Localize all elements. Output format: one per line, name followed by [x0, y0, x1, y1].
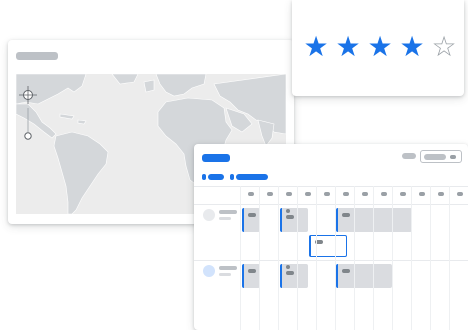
- event-block[interactable]: [242, 208, 260, 232]
- selected-event-block[interactable]: [309, 235, 347, 257]
- star-empty-icon[interactable]: ☆: [430, 32, 458, 62]
- schedule-title-placeholder: [202, 154, 230, 162]
- event-block[interactable]: [336, 208, 412, 232]
- header-divider: [194, 186, 468, 187]
- column-header-placeholder: [324, 192, 330, 196]
- event-block[interactable]: [242, 264, 260, 288]
- grid-column-line: [278, 186, 279, 330]
- star-filled-icon[interactable]: ★: [366, 32, 394, 62]
- grid-column-line: [373, 186, 374, 330]
- grid-column-line: [335, 186, 336, 330]
- view-dropdown-label-placeholder: [424, 153, 446, 160]
- schedule-card: [194, 144, 468, 330]
- filter-chip[interactable]: [236, 174, 268, 180]
- filter-chip-marker[interactable]: [202, 174, 206, 180]
- event-block[interactable]: [280, 264, 308, 288]
- grid-column-line: [297, 186, 298, 330]
- grid-column-line: [449, 186, 450, 330]
- view-dropdown[interactable]: [420, 150, 462, 163]
- star-filled-icon[interactable]: ★: [334, 32, 362, 62]
- avatar: [203, 265, 215, 277]
- column-header-placeholder: [419, 192, 425, 196]
- map-card-title-placeholder: [16, 52, 58, 60]
- grid-column-line: [411, 186, 412, 330]
- column-header-placeholder: [400, 192, 406, 196]
- row-divider: [194, 204, 468, 205]
- grid-column-line: [316, 186, 317, 330]
- rating-card: ★ ★ ★ ★ ☆: [292, 0, 464, 96]
- grid-column-line: [354, 186, 355, 330]
- column-header-placeholder: [362, 192, 368, 196]
- column-header-placeholder: [457, 192, 463, 196]
- star-rating[interactable]: ★ ★ ★ ★ ☆: [302, 32, 458, 62]
- row-subtitle-placeholder: [219, 273, 231, 276]
- avatar: [203, 209, 215, 221]
- column-header-placeholder: [305, 192, 311, 196]
- row-name-placeholder: [219, 266, 237, 270]
- event-block[interactable]: [280, 208, 308, 232]
- column-header-placeholder: [267, 192, 273, 196]
- grid-column-line: [259, 186, 260, 330]
- chevron-down-icon: [450, 154, 456, 159]
- filter-chip-marker[interactable]: [230, 174, 234, 180]
- grid-column-line: [430, 186, 431, 330]
- column-header-placeholder: [381, 192, 387, 196]
- column-header-placeholder: [438, 192, 444, 196]
- row-subtitle-placeholder: [219, 217, 231, 220]
- view-control-placeholder[interactable]: [402, 153, 416, 159]
- grid-column-line: [392, 186, 393, 330]
- row-divider: [194, 260, 468, 261]
- event-block[interactable]: [336, 264, 392, 288]
- column-header-placeholder: [286, 192, 292, 196]
- grid-column-line: [240, 186, 241, 330]
- column-header-placeholder: [343, 192, 349, 196]
- star-filled-icon[interactable]: ★: [302, 32, 330, 62]
- column-header-placeholder: [248, 192, 254, 196]
- star-filled-icon[interactable]: ★: [398, 32, 426, 62]
- row-name-placeholder: [219, 210, 237, 214]
- filter-chip[interactable]: [208, 174, 224, 180]
